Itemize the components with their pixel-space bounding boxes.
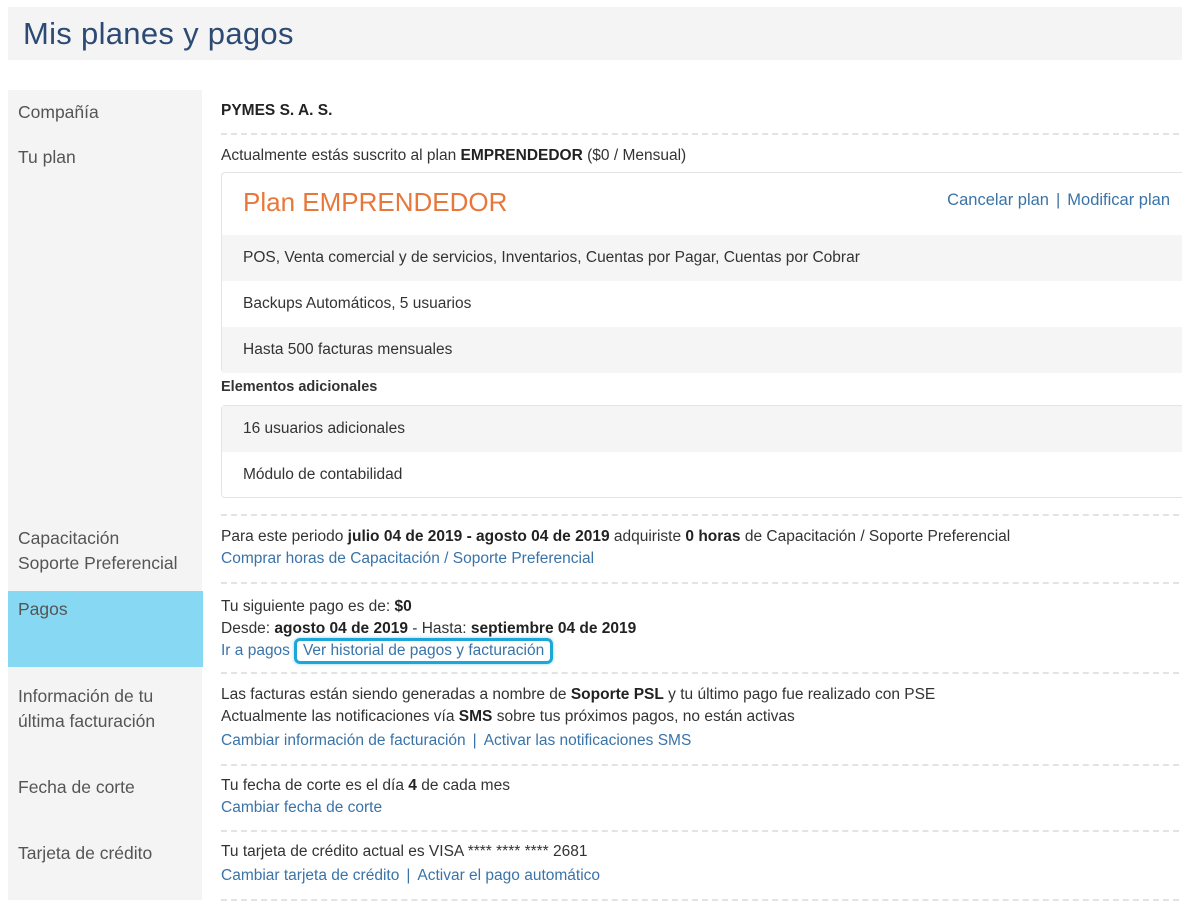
extras-card: 16 usuarios adicionales Módulo de contab… [221, 405, 1182, 498]
modify-plan-link[interactable]: Modificar plan [1067, 191, 1170, 209]
payment-period-text: Desde: agosto 04 de 2019 - Hasta: septie… [221, 620, 637, 637]
sidebar-label-billing-line1: Información de tu [18, 686, 154, 706]
plan-feature-row: POS, Venta comercial y de servicios, Inv… [222, 235, 1182, 281]
sms-status-text: Actualmente las notificaciones vía SMS s… [221, 708, 795, 725]
extra-item-row: Módulo de contabilidad [243, 466, 403, 483]
sidebar-label-card: Tarjeta de crédito [18, 843, 153, 863]
company-name: PYMES S. A. S. [221, 102, 333, 119]
next-payment-text: Tu siguiente pago es de: $0 [221, 598, 412, 615]
sidebar-label-billing-line2: última facturación [18, 711, 156, 731]
divider [221, 133, 1179, 135]
divider [221, 899, 1179, 901]
credit-card-text: Tu tarjeta de crédito actual es VISA ***… [221, 843, 588, 860]
sidebar: Compañía Tu plan Capacitación Soporte Pr… [8, 90, 203, 900]
cutoff-text: Tu fecha de corte es el día 4 de cada me… [221, 777, 510, 794]
plan-actions: Cancelar plan | Modificar plan [947, 191, 1170, 209]
change-card-link[interactable]: Cambiar tarjeta de crédito [221, 867, 399, 884]
sidebar-label-training-line1: Capacitación [18, 528, 120, 548]
extras-title: Elementos adicionales [221, 379, 378, 395]
sidebar-label-payments: Pagos [18, 599, 68, 619]
sidebar-label-cutoff: Fecha de corte [18, 777, 135, 797]
cutoff-links: Cambiar fecha de corte [221, 797, 382, 819]
plan-card-title: Plan EMPRENDEDOR [243, 187, 508, 217]
sidebar-label-training: Capacitación Soporte Preferencial [18, 526, 203, 576]
extra-item-row: 16 usuarios adicionales [222, 406, 1182, 452]
plan-subscription-text: Actualmente estás suscrito al plan EMPRE… [221, 147, 687, 164]
divider [221, 582, 1179, 584]
training-text: Para este periodo julio 04 de 2019 - ago… [221, 528, 1011, 545]
buy-training-hours-link[interactable]: Comprar horas de Capacitación / Soporte … [221, 550, 594, 567]
sidebar-label-billing: Información de tu última facturación [18, 684, 203, 734]
divider [221, 764, 1179, 766]
change-billing-info-link[interactable]: Cambiar información de facturación [221, 732, 466, 749]
change-cutoff-date-link[interactable]: Cambiar fecha de corte [221, 799, 382, 816]
divider [221, 514, 1179, 516]
sidebar-label-company: Compañía [18, 102, 99, 122]
payment-history-link[interactable]: Ver historial de pagos y facturación [293, 638, 554, 664]
activate-auto-pay-link[interactable]: Activar el pago automático [417, 867, 600, 884]
plan-feature-row: Backups Automáticos, 5 usuarios [243, 295, 472, 312]
sidebar-label-plan: Tu plan [18, 147, 76, 167]
sidebar-active-payments: Pagos [8, 591, 203, 667]
activate-sms-link[interactable]: Activar las notificaciones SMS [484, 732, 692, 749]
plan-card: Plan EMPRENDEDOR Cancelar plan | Modificar… [221, 172, 1182, 373]
payment-links: Ir a pagos Ver historial de pagos y factu… [221, 638, 554, 664]
divider [221, 830, 1179, 832]
cancel-plan-link[interactable]: Cancelar plan [947, 191, 1049, 209]
plan-feature-row: Hasta 500 facturas mensuales [222, 327, 1182, 373]
main-content: PYMES S. A. S. Actualmente estás suscrit… [221, 0, 1182, 904]
billing-info-text: Las facturas están siendo generadas a no… [221, 686, 936, 703]
go-to-payments-link[interactable]: Ir a pagos [221, 642, 290, 659]
card-links: Cambiar tarjeta de crédito | Activar el pa… [221, 867, 601, 884]
divider [221, 672, 1179, 674]
billing-links: Cambiar información de facturación | Activ… [221, 732, 692, 749]
training-links: Comprar horas de Capacitación / Soporte … [221, 548, 594, 570]
sidebar-label-training-line2: Soporte Preferencial [18, 553, 178, 573]
